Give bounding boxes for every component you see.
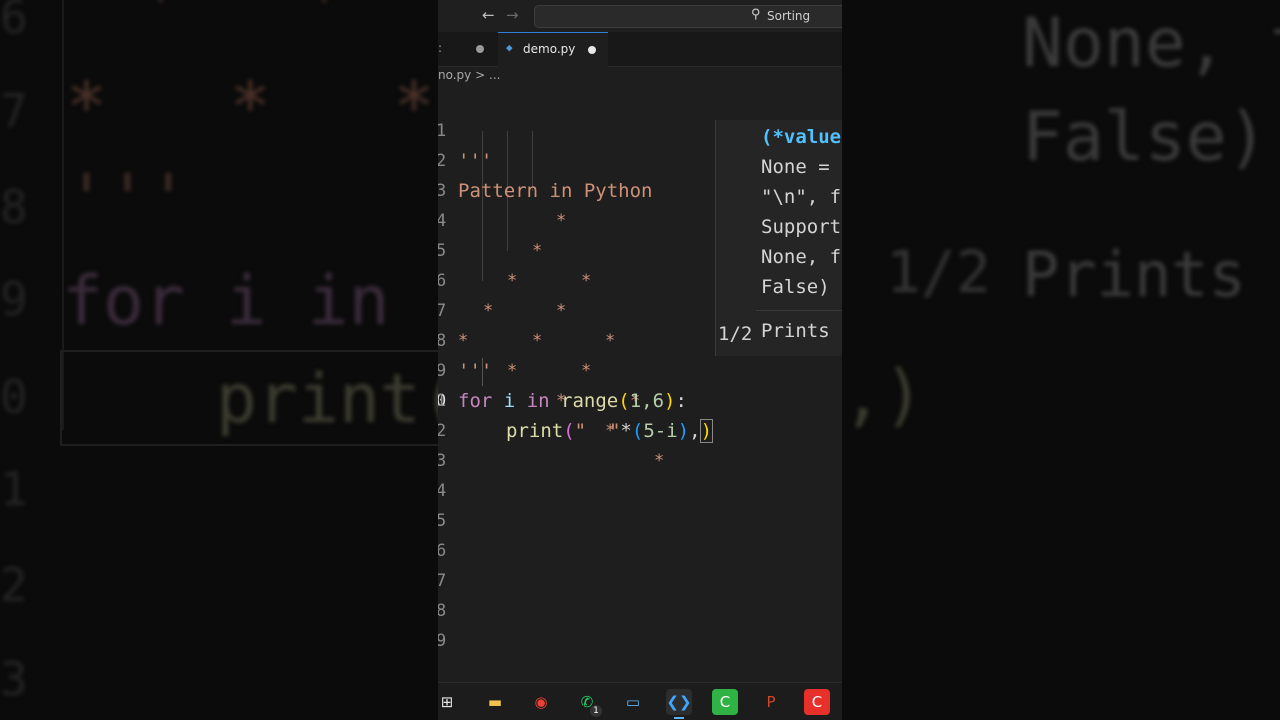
tab-label: demo.py: [523, 42, 576, 56]
line-number: 7: [438, 571, 447, 591]
python-file-icon: ◆: [506, 41, 513, 54]
back-arrow-icon[interactable]: ←: [482, 6, 495, 24]
code-line: 6: [438, 536, 842, 566]
camtasia-icon[interactable]: C: [712, 689, 738, 715]
background-left-zoom: 6 7 8 9 0 1 2 3 * * * * * ''' for i in r…: [0, 0, 438, 720]
code-line: 9: [438, 626, 842, 656]
bg-docstring: ''': [66, 160, 189, 239]
hover-divider: [756, 310, 842, 311]
line-number: 4: [438, 481, 447, 501]
remote-desktop-icon[interactable]: ▭: [620, 689, 646, 715]
tab-previous[interactable]: :: [438, 32, 498, 66]
hover-line: None, f: [761, 246, 842, 268]
signature-help-popup: (*value None = "\n", f Support None, f F…: [715, 120, 842, 356]
bg-line-number: 0: [0, 370, 28, 424]
camtasia-recorder-icon[interactable]: C: [804, 689, 830, 715]
notification-badge: 1: [590, 705, 602, 717]
bg-line-number: 6: [0, 0, 28, 44]
task-view-icon[interactable]: ⊞: [438, 689, 460, 715]
bg-line-number: 8: [0, 180, 28, 234]
bg-hover-line: False): [1022, 98, 1268, 177]
hover-line: False): [761, 276, 830, 298]
line-number: 9: [438, 631, 447, 651]
hover-line: Support: [761, 216, 842, 238]
unsaved-dot-icon: [476, 45, 484, 53]
bg-line-number: 1: [0, 462, 28, 516]
hover-line: (*value: [761, 126, 841, 148]
bg-line-number: 2: [0, 558, 28, 612]
code-line: 2: [438, 416, 842, 446]
line-number: 2: [438, 421, 447, 441]
code-line: 4: [438, 476, 842, 506]
bg-sig-text: Prints th: [1022, 238, 1246, 311]
chevron-right-icon: >: [475, 68, 486, 82]
code-line: 3: [438, 446, 842, 476]
bg-sig-count: 1/2: [886, 238, 991, 306]
vscode-icon[interactable]: ❮❯: [666, 689, 692, 719]
code-line: 1: [438, 386, 842, 416]
code-line: 7: [438, 566, 842, 596]
breadcrumb: no.py > ...: [438, 68, 500, 82]
active-indicator: [674, 717, 684, 719]
line-number: 3: [438, 451, 447, 471]
tab-demo-py[interactable]: ◆ demo.py: [498, 32, 608, 67]
bg-for-line: for i in r: [62, 262, 438, 341]
bg-line-number: 3: [0, 652, 28, 706]
tab-previous-label: :: [438, 41, 443, 55]
tab-bar: : ◆ demo.py: [438, 32, 842, 67]
command-center-search[interactable]: ⚲ Sorting: [534, 5, 842, 28]
whatsapp-icon[interactable]: ✆ 1: [574, 689, 602, 717]
vscode-window: ← → ⚲ Sorting : ◆ demo.py no.py > ... 1 …: [438, 0, 842, 720]
line-number: 6: [438, 541, 447, 561]
search-text: Sorting: [767, 9, 811, 23]
search-icon: ⚲: [751, 7, 761, 22]
title-bar: ← → ⚲ Sorting: [438, 0, 842, 32]
line-number: 5: [438, 511, 447, 531]
bg-star-row: * * *: [66, 68, 435, 147]
forward-arrow-icon[interactable]: →: [506, 6, 519, 24]
breadcrumb-more[interactable]: ...: [489, 68, 500, 82]
bg-hover-line: None, f: [1022, 4, 1280, 83]
file-explorer-icon[interactable]: ▬: [482, 689, 508, 715]
bg-line-number: 7: [0, 84, 28, 138]
hover-param: (*value: [761, 126, 842, 148]
bg-print-line: print(: [216, 360, 438, 439]
line-number: 1: [438, 391, 447, 411]
signature-doc: Prints th: [761, 320, 842, 342]
code-line: 5: [438, 506, 842, 536]
hover-line: "\n", f: [761, 186, 842, 208]
signature-counter[interactable]: 1/2: [718, 323, 752, 345]
bg-line-number: 9: [0, 272, 28, 326]
breadcrumb-file[interactable]: no.py: [438, 68, 471, 82]
code-line: 1 ''': [438, 86, 842, 172]
bg-tail: ,): [842, 356, 924, 435]
powerpoint-icon[interactable]: P: [758, 689, 784, 715]
line-number: 8: [438, 601, 447, 621]
code-line: 8: [438, 596, 842, 626]
code-line-current: 0 print(" "*(5-i),): [438, 356, 842, 443]
hover-line: None =: [761, 156, 842, 178]
chrome-icon[interactable]: ◉: [528, 689, 554, 715]
bg-star-row-top: * *: [140, 0, 345, 39]
background-right-zoom: None, f False) 1/2 Prints th ,): [842, 0, 1280, 720]
unsaved-dot-icon[interactable]: [588, 46, 596, 54]
windows-taskbar: ⊞ ▬ ◉ ✆ 1 ▭ ❮❯ C P C: [438, 682, 842, 720]
